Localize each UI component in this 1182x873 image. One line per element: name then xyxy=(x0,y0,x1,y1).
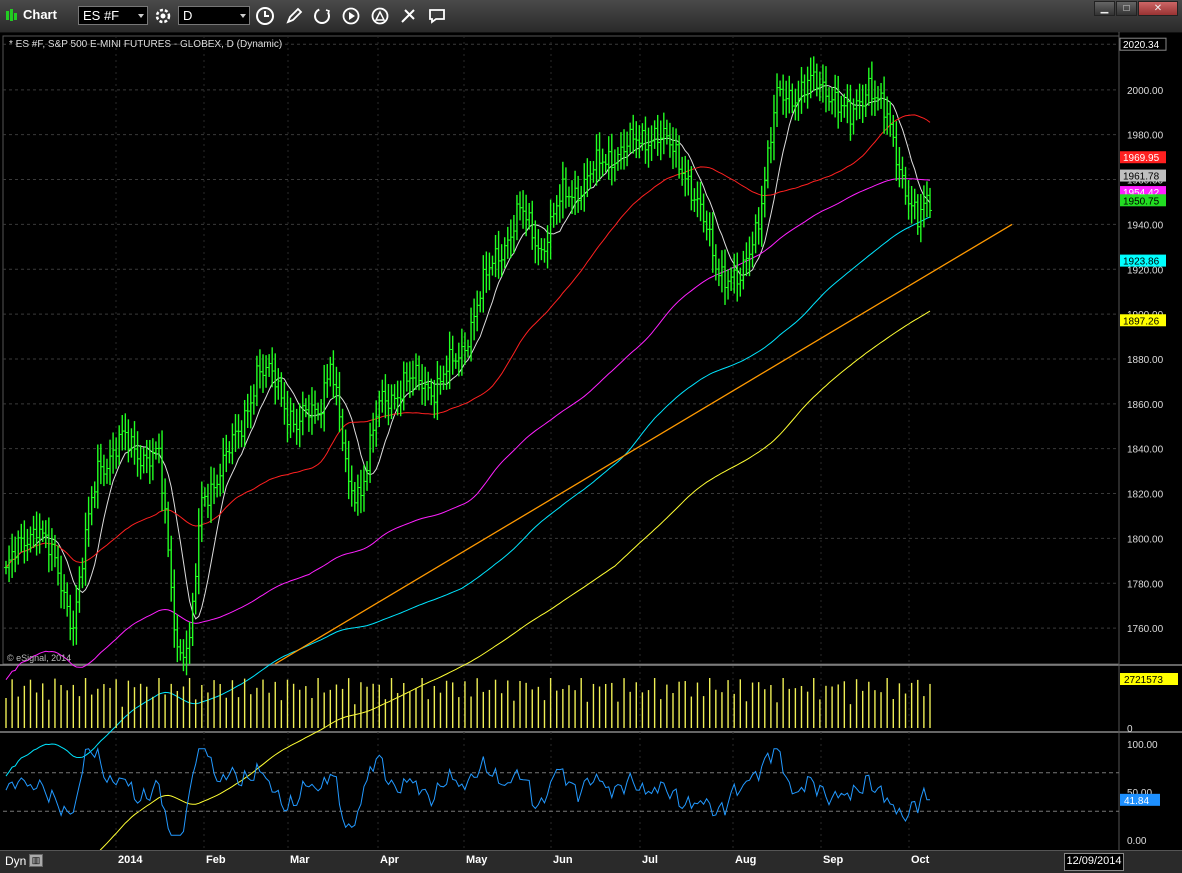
volume-zero-label: 0 xyxy=(1127,724,1133,735)
symbol-combo[interactable]: ES #F xyxy=(78,6,148,25)
draw-pencil-button[interactable] xyxy=(283,5,305,27)
x-tick-label: 2014 xyxy=(118,854,143,866)
price-tag-label: 1950.75 xyxy=(1123,196,1160,207)
chart-app-icon xyxy=(6,9,17,21)
symbol-value: ES #F xyxy=(83,8,120,23)
y-tick-label: 1780.00 xyxy=(1127,579,1164,590)
price-tag-label: 1897.26 xyxy=(1123,316,1160,327)
y-tick-label: 1800.00 xyxy=(1127,534,1164,545)
interval-combo[interactable]: D xyxy=(178,6,250,25)
clock-icon xyxy=(256,7,274,25)
pencil-icon xyxy=(286,7,303,24)
x-tick-label: Feb xyxy=(206,854,226,866)
chevron-down-icon xyxy=(240,14,246,18)
x-tick-label: Jun xyxy=(553,854,573,866)
maximize-icon: □ xyxy=(1123,3,1130,14)
chart-toolbar: Chart ES #F D ▁ □ ✕ xyxy=(0,0,1182,33)
y-tick-label: 1880.00 xyxy=(1127,355,1164,366)
interval-value: D xyxy=(183,8,193,23)
alert-button[interactable] xyxy=(369,5,391,27)
ma-200-line xyxy=(99,310,931,850)
chart-title: * ES #F, S&P 500 E-MINI FUTURES - GLOBEX… xyxy=(9,39,282,50)
dyn-label: Dyn xyxy=(5,854,27,868)
x-tick-label: Mar xyxy=(290,854,310,866)
x-tick-label: Sep xyxy=(823,854,844,866)
gear-icon xyxy=(155,8,171,24)
ma-100-line xyxy=(5,178,931,681)
play-button[interactable] xyxy=(340,5,362,27)
x-tick-label: Oct xyxy=(911,854,930,866)
interval-clock-button[interactable] xyxy=(254,5,276,27)
y-tick-label: 1980.00 xyxy=(1127,131,1164,142)
price-tag-label: 2020.34 xyxy=(1123,40,1160,51)
volume-last-label: 2721573 xyxy=(1124,675,1163,686)
price-grid xyxy=(3,36,1119,850)
x-tick-label: May xyxy=(466,854,488,866)
price-tag-label: 1969.95 xyxy=(1123,153,1160,164)
price-tag-label: 1961.78 xyxy=(1123,172,1160,183)
comment-icon xyxy=(429,9,445,24)
oscillator-tick-label: 100.00 xyxy=(1127,740,1158,751)
chart-svg[interactable]: 27215730 100.0050.000.0041.84 2020.34200… xyxy=(0,32,1182,850)
chevron-down-icon xyxy=(138,14,144,18)
play-icon xyxy=(342,7,360,25)
window-maximize-button[interactable]: □ xyxy=(1116,1,1137,16)
ma-150-line xyxy=(5,216,931,777)
trendline xyxy=(274,223,1013,665)
refresh-button[interactable] xyxy=(311,5,333,27)
x-tick-label: Jul xyxy=(642,854,658,866)
window-minimize-button[interactable]: ▁ xyxy=(1094,1,1115,16)
tools-icon xyxy=(401,9,415,23)
refresh-icon xyxy=(314,8,330,24)
oscillator-line xyxy=(5,746,930,836)
symbol-settings-button[interactable] xyxy=(152,5,174,27)
x-tick-label: Apr xyxy=(380,854,399,866)
x-tick-label: Aug xyxy=(735,854,757,866)
y-axis-labels: 2020.342000.001980.001960.001940.001920.… xyxy=(1127,40,1164,635)
y-tick-label: 1820.00 xyxy=(1127,490,1164,501)
price-bars xyxy=(4,56,932,676)
esignal-watermark: © eSignal, 2014 xyxy=(7,653,71,663)
volume-bars: 2721573 0 xyxy=(5,673,1178,735)
close-icon: ✕ xyxy=(1153,3,1163,14)
comment-button[interactable] xyxy=(426,5,448,27)
window-close-button[interactable]: ✕ xyxy=(1138,1,1178,16)
y-tick-label: 1940.00 xyxy=(1127,220,1164,231)
oscillator-last-label: 41.84 xyxy=(1124,796,1149,807)
alert-icon xyxy=(371,7,389,25)
oscillator: 100.0050.000.0041.84 xyxy=(3,740,1160,847)
y-tick-label: 1860.00 xyxy=(1127,400,1164,411)
cursor-date-box: 12/09/2014 xyxy=(1064,853,1124,871)
minimize-icon: ▁ xyxy=(1100,3,1109,14)
oscillator-tick-label: 0.00 xyxy=(1127,836,1147,847)
tools-button[interactable] xyxy=(397,5,419,27)
y-tick-label: 2000.00 xyxy=(1127,86,1164,97)
y-tick-label: 1840.00 xyxy=(1127,445,1164,456)
chart-area[interactable]: 27215730 100.0050.000.0041.84 2020.34200… xyxy=(0,32,1182,850)
app-title: Chart xyxy=(23,7,57,22)
y-tick-label: 1760.00 xyxy=(1127,624,1164,635)
x-axis-bar: Dyn ▥ 2014 Feb Mar Apr May Jun Jul Aug Sep Oct 12… xyxy=(0,850,1182,873)
dynamic-toggle-icon[interactable]: ▥ xyxy=(29,854,43,867)
moving-averages xyxy=(5,84,931,850)
price-tag-label: 1923.86 xyxy=(1123,257,1160,268)
